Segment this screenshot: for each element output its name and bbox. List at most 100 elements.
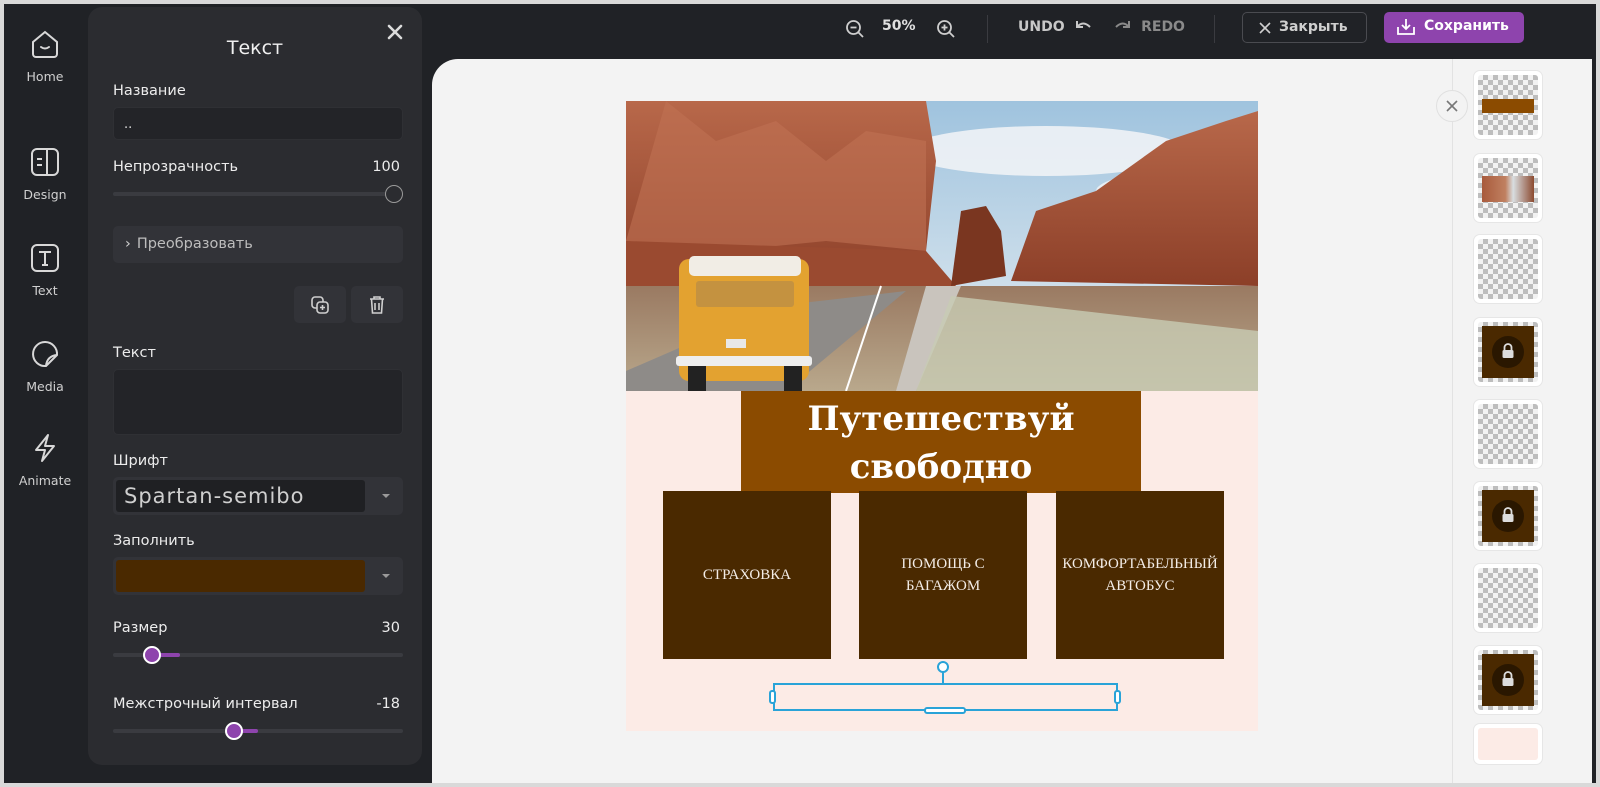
home-icon xyxy=(32,30,58,58)
size-slider[interactable] xyxy=(113,646,403,664)
transparency-grid xyxy=(1478,404,1538,464)
font-select[interactable]: Spartan-semibo xyxy=(113,477,403,515)
layer-thumb-box[interactable] xyxy=(1473,317,1543,387)
rotation-handle[interactable] xyxy=(937,661,949,673)
fill-label: Заполнить xyxy=(113,533,195,549)
headline-line-2: свободно xyxy=(849,447,1033,487)
feature-box-insurance[interactable]: СТРАХОВКА xyxy=(663,491,831,659)
feature-box-bus[interactable]: КОМФОРТАБЕЛЬНЫЙ АВТОБУС xyxy=(1056,491,1224,659)
transparency-grid xyxy=(1478,486,1538,546)
sidebar-item-text[interactable]: Text xyxy=(4,242,86,299)
transparency-grid xyxy=(1478,158,1538,218)
sidebar-item-home[interactable]: Home xyxy=(4,28,86,85)
layer-thumb-text[interactable] xyxy=(1473,399,1543,469)
size-label: Размер xyxy=(113,620,168,636)
transform-section-toggle[interactable]: › Преобразовать xyxy=(113,226,403,263)
feature-text: СТРАХОВКА xyxy=(702,567,792,583)
transparency-grid xyxy=(1478,650,1538,710)
size-value: 30 xyxy=(381,620,400,636)
layer-thumb-photo[interactable] xyxy=(1473,153,1543,223)
layer-thumb-background[interactable] xyxy=(1473,723,1543,765)
zoom-out-icon[interactable] xyxy=(845,19,865,39)
panel-title: Текст xyxy=(226,37,284,59)
layer-thumb-box[interactable] xyxy=(1473,481,1543,551)
headline-line-1: Путешествуй xyxy=(807,399,1075,439)
redo-button[interactable]: REDO xyxy=(1114,16,1185,35)
name-label: Название xyxy=(113,83,186,99)
close-button[interactable]: Закрыть xyxy=(1242,12,1367,43)
background-preview xyxy=(1478,728,1538,760)
transparency-grid xyxy=(1478,322,1538,382)
feature-text: ПОМОЩЬ С БАГАЖОМ xyxy=(901,556,985,594)
text-label: Текст xyxy=(113,345,156,361)
resize-handle-right[interactable] xyxy=(1114,690,1121,704)
duplicate-icon xyxy=(311,295,329,314)
redo-label: REDO xyxy=(1141,19,1185,35)
resize-handle-bottom[interactable] xyxy=(924,707,966,714)
slider-handle[interactable] xyxy=(385,185,403,203)
title-preview xyxy=(1482,99,1534,113)
layer-thumb-box[interactable] xyxy=(1473,645,1543,715)
opacity-label: Непрозрачность xyxy=(113,159,239,175)
transparency-grid xyxy=(1478,239,1538,299)
close-icon xyxy=(1446,100,1458,112)
opacity-value: 100 xyxy=(372,159,400,175)
zoom-in-icon[interactable] xyxy=(936,19,956,39)
close-label: Закрыть xyxy=(1279,19,1348,35)
chevron-down-icon xyxy=(382,574,390,578)
slider-handle[interactable] xyxy=(143,646,161,664)
resize-handle-left[interactable] xyxy=(769,690,776,704)
lock-badge xyxy=(1492,500,1524,532)
sidebar-item-animate[interactable]: Animate xyxy=(4,432,86,489)
photo-preview xyxy=(1482,176,1534,202)
layers-close-button[interactable] xyxy=(1436,90,1468,122)
transform-label: Преобразовать xyxy=(136,236,253,252)
text-content-input[interactable] xyxy=(113,369,403,435)
zoom-level: 50% xyxy=(882,18,916,34)
layer-thumb-text[interactable] xyxy=(1473,234,1543,304)
layer-thumb-title[interactable] xyxy=(1473,70,1543,140)
chevron-down-icon xyxy=(382,494,390,498)
lock-badge xyxy=(1492,336,1524,368)
save-button[interactable]: Сохранить xyxy=(1384,12,1524,43)
undo-button[interactable]: UNDO xyxy=(1018,16,1092,35)
sidebar-item-media[interactable]: Media xyxy=(4,338,86,395)
save-label: Сохранить xyxy=(1424,18,1509,34)
box-preview xyxy=(1482,326,1534,378)
sidebar-rail: Home Design Text Media Animate xyxy=(4,4,86,783)
lock-icon xyxy=(1502,671,1514,686)
lock-badge xyxy=(1492,664,1524,696)
editor-window: Home Design Text Media Animate Текст Наз… xyxy=(4,4,1596,783)
transparency-grid xyxy=(1478,568,1538,628)
close-icon xyxy=(1259,22,1271,34)
sidebar-item-label: Animate xyxy=(18,473,72,488)
travel-photo[interactable] xyxy=(626,101,1258,391)
feature-box-luggage[interactable]: ПОМОЩЬ С БАГАЖОМ xyxy=(859,491,1027,659)
duplicate-button[interactable] xyxy=(294,286,346,323)
sidebar-item-design[interactable]: Design xyxy=(4,146,86,203)
line-spacing-slider[interactable] xyxy=(113,722,403,740)
redo-icon xyxy=(1115,21,1130,28)
undo-icon xyxy=(1075,21,1091,28)
toolbar-divider xyxy=(1214,15,1215,43)
name-input[interactable]: .. xyxy=(113,107,403,140)
text-properties-panel: Текст Название .. Непрозрачность 100 › Пр… xyxy=(88,7,422,765)
headline-text-box[interactable]: Путешествуй свободно xyxy=(741,391,1141,493)
close-icon[interactable] xyxy=(386,23,404,41)
font-label: Шрифт xyxy=(113,453,168,469)
media-icon xyxy=(32,341,59,368)
opacity-slider[interactable] xyxy=(113,185,403,203)
lock-icon xyxy=(1502,507,1514,522)
layer-thumb-text[interactable] xyxy=(1473,563,1543,633)
fill-color-swatch xyxy=(116,560,365,592)
slider-fill xyxy=(158,653,180,657)
sidebar-item-label: Text xyxy=(32,283,58,298)
delete-button[interactable] xyxy=(351,286,403,323)
design-page[interactable]: Путешествуй свободно СТРАХОВКА ПОМОЩЬ С … xyxy=(626,101,1258,731)
slider-handle[interactable] xyxy=(225,722,243,740)
design-icon xyxy=(31,148,59,176)
text-icon xyxy=(31,244,59,272)
download-icon xyxy=(1397,19,1415,35)
fill-color-picker[interactable] xyxy=(113,557,403,595)
undo-label: UNDO xyxy=(1018,19,1065,35)
